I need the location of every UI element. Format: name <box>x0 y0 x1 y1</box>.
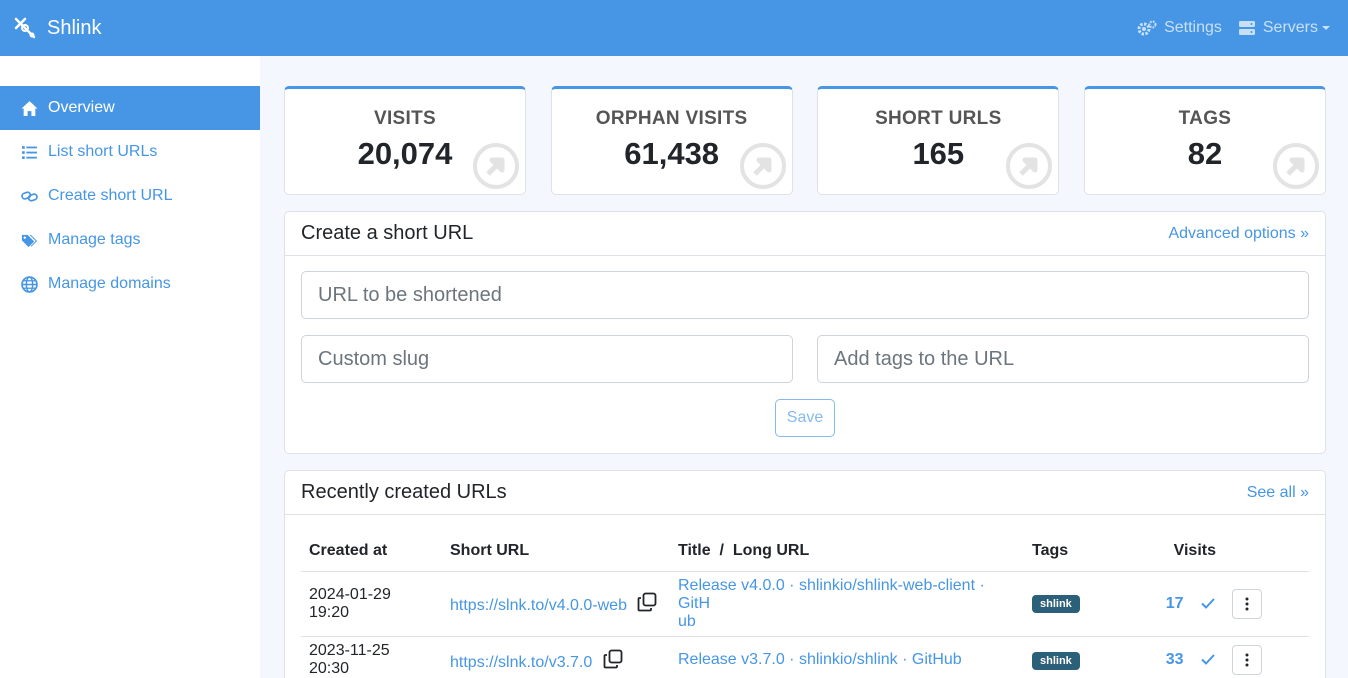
advanced-options-link[interactable]: Advanced options » <box>1168 225 1309 243</box>
column-header-actions <box>1224 531 1309 572</box>
recent-urls-card: Recently created URLs See all » Created … <box>284 470 1326 678</box>
sidebar-item-manage-domains[interactable]: Manage domains <box>0 262 260 306</box>
title-line: Release v4.0.0 · shlinkio/shlink-web-cli… <box>678 576 985 612</box>
stat-title: TAGS <box>1178 108 1232 129</box>
column-header-short-url: Short URL <box>442 531 670 572</box>
main-content: VISITS 20,074 ORPHAN VISITS 61,438 SHORT… <box>284 56 1326 678</box>
column-header-title-long-url: Title / Long URL <box>670 531 1024 572</box>
actions-cell <box>1224 636 1309 678</box>
arrow-up-right-circle-icon <box>1272 143 1319 189</box>
arrow-up-right-circle-icon <box>1006 143 1053 189</box>
table-row: 2023-11-25 20:30 https://slnk.to/v3.7.0 … <box>301 636 1309 678</box>
brand-name: Shlink <box>47 16 102 39</box>
sidebar-item-create-short-url[interactable]: Create short URL <box>0 174 260 218</box>
arrow-up-right-circle-icon <box>739 143 786 189</box>
tags-cell: shlink <box>1024 571 1144 637</box>
sidebar-item-overview[interactable]: Overview <box>0 86 260 130</box>
title-line: ub <box>678 612 696 630</box>
home-icon <box>21 100 38 116</box>
short-url-cell: https://slnk.to/v4.0.0-web <box>442 571 670 637</box>
save-button[interactable]: Save <box>775 399 835 437</box>
check-icon <box>1201 654 1215 665</box>
stat-title: SHORT URLS <box>875 108 1002 129</box>
tags-cell: shlink <box>1024 636 1144 678</box>
sidebar-item-list-short-urls[interactable]: List short URLs <box>0 130 260 174</box>
chevron-down-icon <box>1322 26 1330 30</box>
created-at-cell: 2023-11-25 20:30 <box>301 636 442 678</box>
title-cell: Release v4.0.0 · shlinkio/shlink-web-cli… <box>670 571 1024 637</box>
card-header: Create a short URL Advanced options » <box>285 212 1325 256</box>
list-icon <box>22 145 37 159</box>
ellipsis-vertical-icon <box>1245 653 1249 667</box>
settings-label: Settings <box>1164 19 1222 36</box>
link-icon <box>21 190 38 202</box>
visits-cell: 33 <box>1144 636 1224 678</box>
copy-icon[interactable] <box>637 592 657 612</box>
arrow-up-right-circle-icon <box>473 143 519 189</box>
custom-slug-input[interactable] <box>301 335 793 383</box>
long-url-link[interactable]: Release v4.0.0 · shlinkio/shlink-web-cli… <box>678 577 985 630</box>
table-row: 2024-01-29 19:20 https://slnk.to/v4.0.0-… <box>301 571 1309 637</box>
tags-icon <box>21 234 38 247</box>
servers-label: Servers <box>1262 19 1318 36</box>
settings-link[interactable]: Settings <box>1137 19 1222 37</box>
short-url-link[interactable]: https://slnk.to/v4.0.0-web <box>450 597 627 614</box>
stat-card-orphan-visits[interactable]: ORPHAN VISITS 61,438 <box>550 86 793 195</box>
recent-urls-table: Created at Short URL Title / Long URL Ta… <box>301 531 1309 678</box>
gears-icon <box>1137 20 1157 36</box>
copy-icon[interactable] <box>603 649 623 669</box>
tags-input[interactable] <box>817 335 1309 383</box>
long-url-link[interactable]: Release v3.7.0 · shlinkio/shlink · GitHu… <box>678 651 962 668</box>
row-actions-menu-button[interactable] <box>1232 588 1262 619</box>
globe-icon <box>21 275 38 293</box>
check-icon <box>1201 597 1215 609</box>
actions-cell <box>1224 571 1309 637</box>
sidebar-item-label: Overview <box>48 99 115 116</box>
tag-badge[interactable]: shlink <box>1032 651 1080 670</box>
title-cell: Release v3.7.0 · shlinkio/shlink · GitHu… <box>670 636 1024 678</box>
visits-cell: 17 <box>1144 571 1224 637</box>
see-all-link[interactable]: See all » <box>1247 484 1309 502</box>
row-actions-menu-button[interactable] <box>1232 645 1262 675</box>
card-header: Recently created URLs See all » <box>285 471 1325 515</box>
created-at-cell: 2024-01-29 19:20 <box>301 571 442 637</box>
tag-badge[interactable]: shlink <box>1032 595 1080 613</box>
sidebar-item-manage-tags[interactable]: Manage tags <box>0 218 260 262</box>
server-icon <box>1238 21 1255 35</box>
ellipsis-vertical-icon <box>1245 597 1249 610</box>
top-nav: Settings Servers <box>1121 19 1330 37</box>
create-short-url-card: Create a short URL Advanced options » Sa… <box>284 211 1326 454</box>
shlink-logo-icon <box>14 17 36 39</box>
stat-card-short-urls[interactable]: SHORT URLS 165 <box>817 86 1060 195</box>
brand-link[interactable]: Shlink <box>12 15 101 41</box>
top-navbar: Shlink Settings Servers <box>0 0 1348 56</box>
sidebar-item-label: List short URLs <box>48 143 158 160</box>
visits-count[interactable]: 17 <box>1166 595 1184 612</box>
column-header-tags: Tags <box>1024 531 1144 572</box>
stats-row: VISITS 20,074 ORPHAN VISITS 61,438 SHORT… <box>284 86 1326 195</box>
sidebar-item-label: Manage tags <box>48 231 141 248</box>
stat-card-tags[interactable]: TAGS 82 <box>1083 86 1326 195</box>
visits-count[interactable]: 33 <box>1166 651 1184 668</box>
card-title: Recently created URLs <box>301 481 507 503</box>
servers-dropdown[interactable]: Servers <box>1238 19 1330 37</box>
sidebar: Overview List short URLs Create short UR… <box>0 56 260 678</box>
card-title: Create a short URL <box>301 222 474 244</box>
column-header-visits: Visits <box>1144 531 1224 572</box>
stat-title: ORPHAN VISITS <box>595 108 748 129</box>
short-url-cell: https://slnk.to/v3.7.0 <box>442 636 670 678</box>
stat-title: VISITS <box>374 108 436 129</box>
long-url-input[interactable] <box>301 271 1309 319</box>
sidebar-item-label: Manage domains <box>48 275 171 292</box>
stat-card-visits[interactable]: VISITS 20,074 <box>284 86 526 195</box>
sidebar-item-label: Create short URL <box>48 187 173 204</box>
column-header-created-at: Created at <box>301 531 442 572</box>
table-header-row: Created at Short URL Title / Long URL Ta… <box>301 531 1309 572</box>
short-url-link[interactable]: https://slnk.to/v3.7.0 <box>450 654 592 671</box>
